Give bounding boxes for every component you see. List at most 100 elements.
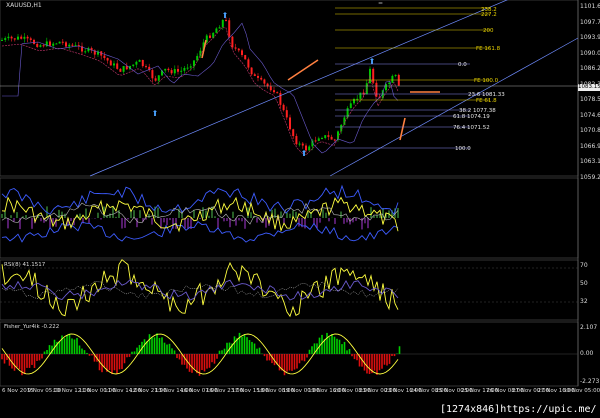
candle-body <box>317 138 320 141</box>
rsi-level-70: 70 <box>580 262 588 269</box>
candle-body <box>244 55 247 60</box>
price-axis-label: 1090.05 <box>580 49 600 57</box>
candle-body <box>388 82 391 85</box>
trend-line <box>89 0 508 177</box>
candle-body <box>87 48 90 52</box>
candle-body <box>292 129 295 137</box>
candle-body <box>250 67 253 75</box>
candle-body <box>330 136 333 140</box>
candle-body <box>269 86 272 91</box>
price-overlays: ⬆ ⬆ ⬆ ⬆ <box>0 0 579 177</box>
candle-body <box>301 143 304 146</box>
main-panel-frame <box>0 0 579 177</box>
price-axis-label: 1101.60 <box>580 3 600 10</box>
fibo-level-label: 100.0 <box>455 146 471 152</box>
annotation-arrow <box>287 59 319 81</box>
watermark: [1274x846]https://upic.me/ <box>440 404 597 415</box>
candle-body <box>132 64 135 66</box>
candle-body <box>116 63 119 69</box>
candle-body <box>218 27 221 29</box>
fractal-marker: ⬆ <box>222 11 229 20</box>
top-marker: = <box>378 0 384 7</box>
candle-body <box>375 82 378 97</box>
fibo-level-label: 200 <box>483 28 494 34</box>
candle-body <box>237 48 240 51</box>
candle-body <box>228 20 231 37</box>
candle-body <box>394 74 397 76</box>
candle-body <box>68 44 71 47</box>
candle-body <box>186 67 189 69</box>
fibo-level-label: 76.4 1071.52 <box>453 125 490 131</box>
candle-body <box>257 75 259 78</box>
candle-body <box>359 92 362 99</box>
candle-body <box>84 51 87 53</box>
candle-body <box>225 19 227 21</box>
time-axis-label: 30 Nov 05:00 <box>563 388 600 394</box>
candle-body <box>279 93 282 105</box>
candle-body <box>177 69 179 72</box>
fractal-marker: ⬆ <box>301 149 308 158</box>
candle-body <box>23 36 26 39</box>
candle-body <box>349 103 352 109</box>
candle-body <box>145 66 147 68</box>
candle-body <box>4 38 7 40</box>
symbol-title: XAUUSD,H1 <box>6 2 42 9</box>
candle-body <box>55 43 58 45</box>
chart-canvas[interactable]: ⬆ ⬆ ⬆ ⬆ <box>0 0 600 418</box>
candle-body <box>356 98 359 100</box>
candle-body <box>164 68 167 71</box>
candle-body <box>231 36 234 48</box>
price-axis-label: 1074.65 <box>580 111 600 119</box>
candle-body <box>71 44 74 46</box>
candle-body <box>353 99 355 104</box>
candle-body <box>295 136 298 145</box>
candle-body <box>298 143 301 145</box>
price-axis-label: 1070.80 <box>580 127 600 134</box>
price-axis-label: 1059.25 <box>580 173 600 181</box>
candle-body <box>285 110 288 118</box>
candle-body <box>324 135 327 138</box>
candle-body <box>327 135 330 137</box>
fisher-series <box>0 332 578 376</box>
candle-body <box>372 68 375 83</box>
fisher-level-zero: 0.00 <box>580 350 594 357</box>
candle-body <box>260 77 263 80</box>
fibo-level-label: 0.0 <box>458 62 467 68</box>
candle-body <box>183 67 186 71</box>
candle-body <box>119 68 122 72</box>
candle-body <box>333 139 336 141</box>
price-axis-label: 1063.10 <box>580 158 600 165</box>
candle-body <box>61 41 64 43</box>
candle-body <box>13 38 16 40</box>
rsi-level-50: 50 <box>580 280 588 287</box>
candle-body <box>189 66 192 68</box>
candle-body <box>337 131 339 140</box>
candle-body <box>314 140 317 142</box>
candle-body <box>209 35 211 38</box>
fractal-marker: ⬆ <box>152 109 159 118</box>
price-axis-label: 1078.50 <box>580 96 600 103</box>
candle-body <box>135 61 138 65</box>
candle-body <box>173 69 176 74</box>
candle-body <box>138 59 141 62</box>
candle-body <box>109 60 112 66</box>
candle-body <box>17 36 19 40</box>
candle-body <box>151 70 154 79</box>
candle-body <box>33 39 35 44</box>
fisher-label: Fisher_Yur4ik -0.222 <box>4 324 60 330</box>
candle-body <box>29 38 32 40</box>
candle-body <box>141 59 144 67</box>
fibo-level-label: 61.8 1074.19 <box>453 114 490 120</box>
candle-body <box>42 45 45 47</box>
rsi-label: RSI(8) 41.1517 <box>4 262 46 268</box>
candle-body <box>221 19 224 28</box>
candle-body <box>180 70 183 72</box>
fibo-level-label: FE 61.8 <box>476 98 497 104</box>
current-price-box: 1083.15 <box>578 84 600 91</box>
candle-body <box>157 75 160 81</box>
candle-body <box>282 104 285 111</box>
fisher-level-top: 2.107 <box>580 324 598 331</box>
price-axis-label: 1086.20 <box>580 65 600 72</box>
rsi-level-32: 32 <box>580 298 588 305</box>
candle-body <box>263 79 266 84</box>
